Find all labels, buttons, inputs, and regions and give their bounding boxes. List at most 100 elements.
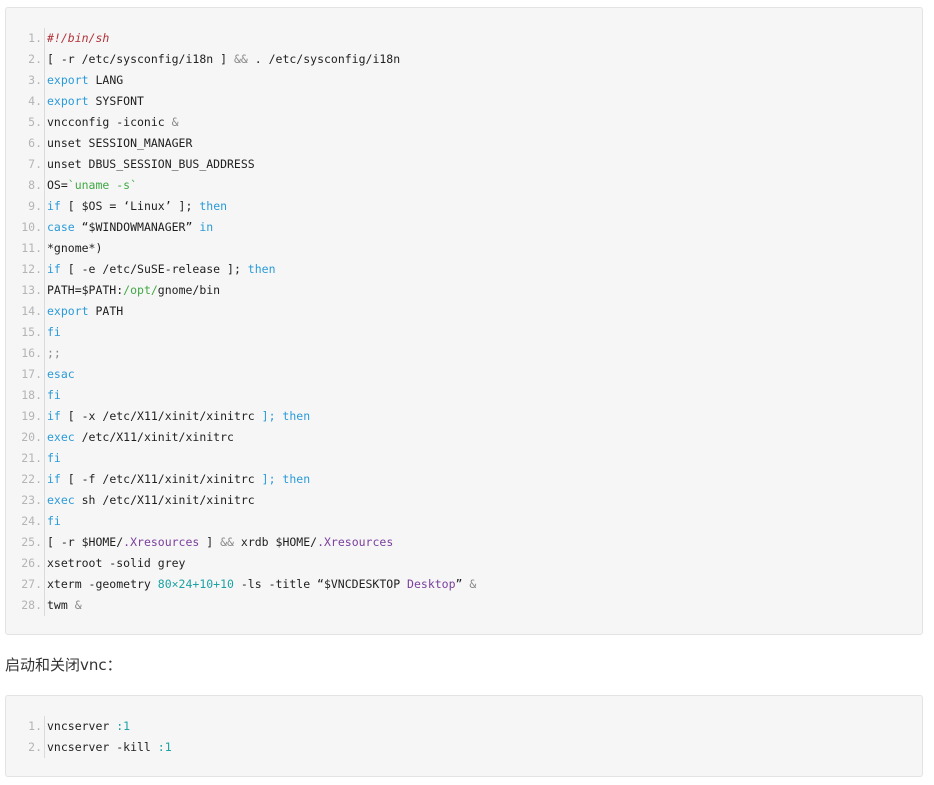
code-block-startup-script: 1. #!/bin/sh 2. [ -r /etc/sysconfig/i18n ] …	[5, 7, 923, 635]
gutter-divider	[44, 574, 45, 595]
line-number: 21.	[21, 451, 42, 465]
code-line: 8. OS=`uname -s`	[6, 175, 922, 196]
code-token: Desktop	[407, 577, 456, 591]
gutter-divider	[44, 532, 45, 553]
code-text: case “$WINDOWMANAGER” in	[47, 217, 213, 238]
code-token: esac	[47, 367, 75, 381]
code-token: exec	[47, 430, 75, 444]
code-text: PATH=$PATH:/opt/gnome/bin	[47, 280, 220, 301]
code-line: 5. vncconfig -iconic &	[6, 112, 922, 133]
line-number: 2.	[28, 52, 42, 66]
code-token: export	[47, 304, 89, 318]
code-line: 2. vncserver -kill :1	[6, 737, 922, 758]
line-number: 20.	[21, 430, 42, 444]
gutter-divider	[44, 364, 45, 385]
code-token: if	[47, 199, 61, 213]
code-text: xsetroot -solid grey	[47, 553, 185, 574]
code-line: 17. esac	[6, 364, 922, 385]
gutter-divider	[44, 280, 45, 301]
code-token: &	[74, 598, 82, 612]
line-number: 3.	[28, 73, 42, 87]
code-token: xrdb $HOME/	[233, 535, 318, 549]
code-line: 24. fi	[6, 511, 922, 532]
code-token: PATH	[88, 304, 124, 318]
code-text: vncserver -kill :1	[47, 737, 172, 758]
gutter-divider	[44, 716, 45, 737]
code-token: in	[199, 220, 214, 234]
code-token: *gnome*)	[47, 241, 103, 255]
code-token: &	[171, 115, 179, 129]
code-text: vncconfig -iconic &	[47, 112, 179, 133]
code-token: &&	[220, 535, 234, 549]
code-token: exec	[47, 493, 75, 507]
code-token: ]; then	[261, 472, 311, 486]
line-number: 28.	[21, 598, 42, 612]
gutter-divider	[44, 91, 45, 112]
code-text: if [ $OS = ‘Linux’ ]; then	[47, 196, 227, 217]
code-line: 13. PATH=$PATH:/opt/gnome/bin	[6, 280, 922, 301]
code-token: [ -x /etc/X11/xinit/xinitrc	[60, 409, 262, 423]
line-number: 25.	[21, 535, 42, 549]
code-text: ;;	[47, 343, 61, 364]
line-number: 9.	[28, 199, 42, 213]
code-text: esac	[47, 364, 75, 385]
code-line: 14. export PATH	[6, 301, 922, 322]
code-token: /etc/X11/xinit/xinitrc	[74, 430, 234, 444]
code-text: twm &	[47, 595, 82, 616]
code-line: 7. unset DBUS_SESSION_BUS_ADDRESS	[6, 154, 922, 175]
line-number: 19.	[21, 409, 42, 423]
code-text: unset DBUS_SESSION_BUS_ADDRESS	[47, 154, 255, 175]
code-token: xsetroot -solid grey	[47, 556, 186, 570]
code-token: then	[247, 262, 276, 276]
code-line: 1. vncserver :1	[6, 716, 922, 737]
code-line: 11. *gnome*)	[6, 238, 922, 259]
code-token: unset DBUS_SESSION_BUS_ADDRESS	[47, 157, 255, 171]
code-token: PATH=$PATH:	[47, 283, 124, 297]
line-number: 13.	[21, 283, 42, 297]
code-token: [ -r $HOME/	[47, 535, 124, 549]
gutter-divider	[44, 28, 45, 49]
code-token: &&	[233, 52, 248, 66]
code-text: fi	[47, 511, 61, 532]
line-number: 8.	[28, 178, 42, 192]
line-number: 17.	[21, 367, 42, 381]
code-text: if [ -e /etc/SuSE-release ]; then	[47, 259, 276, 280]
line-number: 1.	[28, 719, 42, 733]
code-text: unset SESSION_MANAGER	[47, 133, 192, 154]
code-line: 15. fi	[6, 322, 922, 343]
gutter-divider	[44, 595, 45, 616]
code-token: vncserver -kill	[47, 740, 158, 754]
code-text: export LANG	[47, 70, 123, 91]
code-token: gnome/bin	[157, 283, 221, 297]
line-number: 4.	[28, 94, 42, 108]
gutter-divider	[44, 427, 45, 448]
line-number: 11.	[21, 241, 42, 255]
code-text: vncserver :1	[47, 716, 130, 737]
code-line: 26. xsetroot -solid grey	[6, 553, 922, 574]
code-line: 6. unset SESSION_MANAGER	[6, 133, 922, 154]
gutter-divider	[44, 406, 45, 427]
code-line: 9. if [ $OS = ‘Linux’ ]; then	[6, 196, 922, 217]
code-text: OS=`uname -s`	[47, 175, 137, 196]
line-number: 18.	[21, 388, 42, 402]
code-line: 22. if [ -f /etc/X11/xinit/xinitrc ]; the…	[6, 469, 922, 490]
code-line: 19. if [ -x /etc/X11/xinit/xinitrc ]; the…	[6, 406, 922, 427]
code-line: 16.;;	[6, 343, 922, 364]
code-token: fi	[47, 451, 61, 465]
code-line: 21. fi	[6, 448, 922, 469]
code-line: 10. case “$WINDOWMANAGER” in	[6, 217, 922, 238]
gutter-divider	[44, 49, 45, 70]
line-number: 16.	[21, 346, 42, 360]
section-text: 启动和关闭vnc：	[5, 656, 122, 674]
code-token: :1	[157, 740, 172, 754]
code-token: .Xresources	[123, 535, 200, 549]
code-token: [ $OS = ‘Linux’ ];	[60, 199, 200, 213]
gutter-divider	[44, 154, 45, 175]
line-number: 1.	[28, 31, 42, 45]
line-number: 5.	[28, 115, 42, 129]
code-token: #!/bin/sh	[47, 31, 110, 45]
code-token: 80×24+10+10	[157, 577, 234, 591]
line-number: 2.	[28, 740, 42, 754]
code-text: [ -r $HOME/.Xresources ] && xrdb $HOME/.…	[47, 532, 393, 553]
code-token: [ -r	[47, 52, 82, 66]
